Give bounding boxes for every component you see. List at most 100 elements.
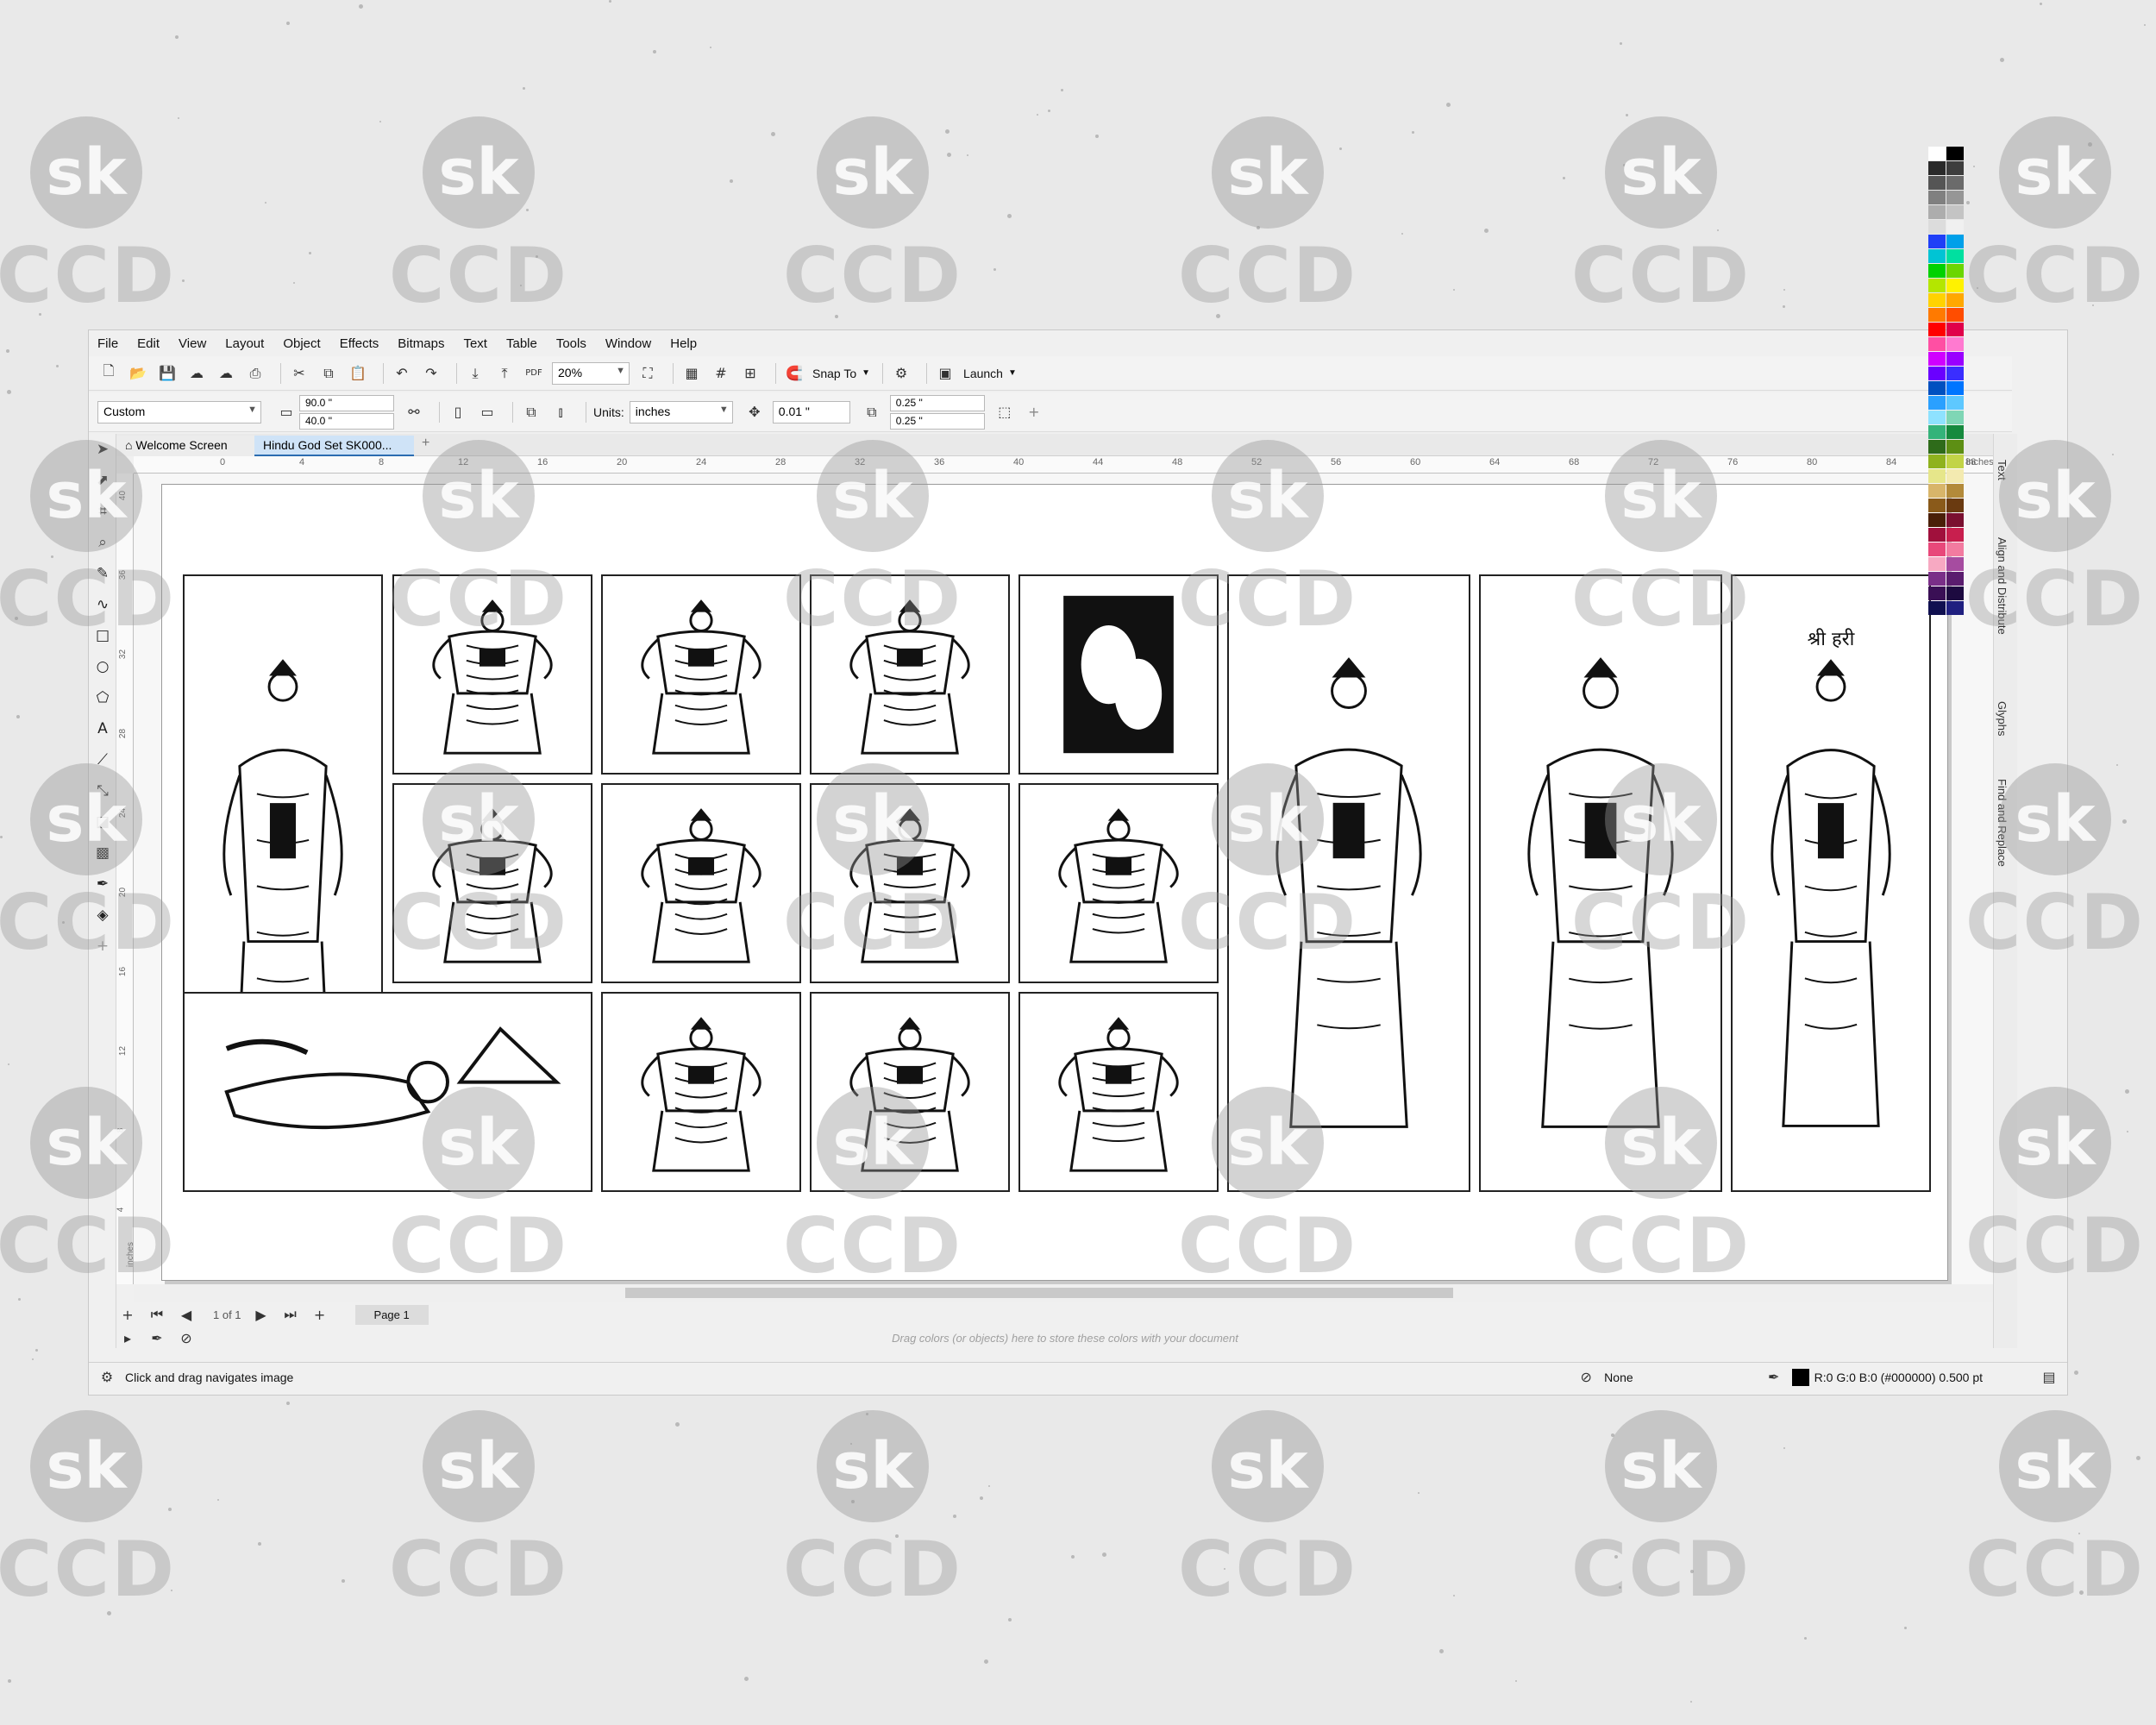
- color-swatch[interactable]: [1928, 396, 1946, 410]
- color-swatch[interactable]: [1928, 499, 1946, 512]
- crop-tool-icon[interactable]: ⌗: [89, 496, 116, 527]
- color-swatch[interactable]: [1946, 323, 1964, 336]
- color-swatch[interactable]: [1946, 586, 1964, 600]
- connector-tool-icon[interactable]: ⤡: [89, 775, 116, 806]
- zoom-tool-icon[interactable]: ⌕: [89, 527, 116, 558]
- color-swatch[interactable]: [1946, 396, 1964, 410]
- color-swatch[interactable]: [1928, 147, 1946, 160]
- color-swatch[interactable]: [1928, 235, 1946, 248]
- artwork-durga-with-lion[interactable]: [601, 783, 801, 983]
- color-swatch[interactable]: [1928, 513, 1946, 527]
- color-swatch[interactable]: [1946, 601, 1964, 615]
- color-swatch[interactable]: [1928, 191, 1946, 204]
- artwork-radha-krishna-with-cow[interactable]: [1018, 783, 1219, 983]
- last-page-icon[interactable]: ⏭: [279, 1303, 302, 1326]
- color-swatch[interactable]: [1928, 161, 1946, 175]
- artwork-venkateswara-balaji[interactable]: [810, 783, 1010, 983]
- color-swatch[interactable]: [1946, 279, 1964, 292]
- new-document-icon[interactable]: 🗋: [97, 362, 120, 385]
- color-swatch[interactable]: [1946, 528, 1964, 542]
- transparency-tool-icon[interactable]: ▩: [89, 837, 116, 869]
- portrait-icon[interactable]: ▯: [447, 401, 469, 423]
- freehand-tool-icon[interactable]: ✎: [89, 558, 116, 589]
- artwork-hanuman-flying-with-mountain[interactable]: [183, 992, 592, 1192]
- menu-effects[interactable]: Effects: [340, 336, 379, 351]
- color-swatch[interactable]: [1928, 205, 1946, 219]
- color-swatch[interactable]: [1946, 161, 1964, 175]
- page-frame-icon[interactable]: ⬚: [993, 401, 1016, 423]
- color-swatch[interactable]: [1928, 425, 1946, 439]
- color-swatch[interactable]: [1928, 572, 1946, 586]
- color-swatch[interactable]: [1928, 557, 1946, 571]
- page-tab[interactable]: Page 1: [354, 1304, 429, 1325]
- text-tool-icon[interactable]: A: [89, 713, 116, 744]
- color-swatch[interactable]: [1928, 323, 1946, 336]
- page-preset-select[interactable]: Custom ▼: [97, 400, 261, 423]
- polygon-tool-icon[interactable]: ⬠: [89, 682, 116, 713]
- color-swatch[interactable]: [1946, 235, 1964, 248]
- color-swatch[interactable]: [1946, 293, 1964, 307]
- color-swatch[interactable]: [1946, 205, 1964, 219]
- color-swatch[interactable]: [1928, 264, 1946, 278]
- artwork-hanuman-with-mountain[interactable]: [601, 992, 801, 1192]
- eyedropper-icon[interactable]: ✒: [89, 869, 116, 900]
- units-select[interactable]: inches ▼: [629, 400, 733, 423]
- snap-to-dropdown[interactable]: Snap To: [812, 367, 856, 380]
- artwork-krishna-shree-hari-tall[interactable]: श्री हरी: [1731, 574, 1931, 1192]
- color-swatch[interactable]: [1928, 220, 1946, 234]
- add-page-icon[interactable]: +: [309, 1303, 331, 1326]
- outline-color-swatch[interactable]: [1791, 1368, 1809, 1386]
- cloud-download-icon[interactable]: ☁: [215, 362, 237, 385]
- copy-icon[interactable]: ⧉: [317, 362, 340, 385]
- menu-file[interactable]: File: [97, 336, 118, 351]
- color-swatch[interactable]: [1928, 249, 1946, 263]
- artwork-ganesha-seated-arch[interactable]: [392, 574, 592, 775]
- color-swatch[interactable]: [1946, 176, 1964, 190]
- new-tab-button[interactable]: +: [418, 436, 439, 456]
- color-swatch[interactable]: [1928, 455, 1946, 468]
- color-swatch[interactable]: [1928, 367, 1946, 380]
- paste-icon[interactable]: 📋: [347, 362, 369, 385]
- color-swatch[interactable]: [1928, 176, 1946, 190]
- horizontal-scrollbar[interactable]: [134, 1284, 2014, 1302]
- color-swatch[interactable]: [1946, 484, 1964, 498]
- grid-icon[interactable]: #: [710, 362, 732, 385]
- nudge-distance-field[interactable]: 0.01 ": [772, 400, 850, 423]
- gear-icon[interactable]: ⚙: [96, 1366, 118, 1389]
- cut-icon[interactable]: ✂: [288, 362, 310, 385]
- shape-tool-icon[interactable]: ⬈: [89, 465, 116, 496]
- color-swatch[interactable]: [1928, 586, 1946, 600]
- docker-tab-find-replace[interactable]: Find and Replace: [1996, 779, 2009, 867]
- color-swatch[interactable]: [1946, 337, 1964, 351]
- interactive-fill-icon[interactable]: ◈: [89, 900, 116, 931]
- import-icon[interactable]: ⤓: [464, 362, 486, 385]
- menu-help[interactable]: Help: [670, 336, 697, 351]
- color-swatch[interactable]: [1928, 469, 1946, 483]
- color-swatch[interactable]: [1946, 557, 1964, 571]
- color-swatch[interactable]: [1946, 425, 1964, 439]
- lock-ratio-icon[interactable]: ⚯: [403, 401, 425, 423]
- fill-icon[interactable]: ⊘: [1575, 1366, 1597, 1389]
- print-icon[interactable]: ⎙: [244, 362, 266, 385]
- docker-tab-text[interactable]: Text: [1996, 460, 2009, 480]
- pick-tool-icon[interactable]: ➤: [89, 434, 116, 465]
- artwork-radha-krishna-portrait[interactable]: [1018, 574, 1219, 775]
- all-pages-icon[interactable]: ⧉: [520, 401, 542, 423]
- cloud-upload-icon[interactable]: ☁: [185, 362, 208, 385]
- page-width-field[interactable]: 90.0 ": [299, 394, 394, 411]
- page-height-field[interactable]: 40.0 ": [299, 412, 394, 430]
- color-swatch[interactable]: [1946, 499, 1964, 512]
- drawing-canvas[interactable]: श्री हरी: [134, 474, 2014, 1284]
- launch-button[interactable]: Launch: [963, 367, 1003, 380]
- snap-icon[interactable]: 🧲: [783, 362, 805, 385]
- artwork-bal-krishna-butter-pot[interactable]: [810, 574, 1010, 775]
- duplicate-y-field[interactable]: 0.25 ": [889, 412, 985, 430]
- vertical-ruler[interactable]: 40 36 32 28 24 20 16 12 8 4 inches: [116, 474, 135, 1284]
- color-swatch[interactable]: [1928, 352, 1946, 366]
- artwork-krishna-with-flute-tall[interactable]: [1479, 574, 1722, 1192]
- menu-text[interactable]: Text: [463, 336, 487, 351]
- color-swatch[interactable]: [1928, 308, 1946, 322]
- artwork-hanuman-meditating[interactable]: [810, 992, 1010, 1192]
- color-swatch[interactable]: [1946, 220, 1964, 234]
- color-swatch[interactable]: [1928, 543, 1946, 556]
